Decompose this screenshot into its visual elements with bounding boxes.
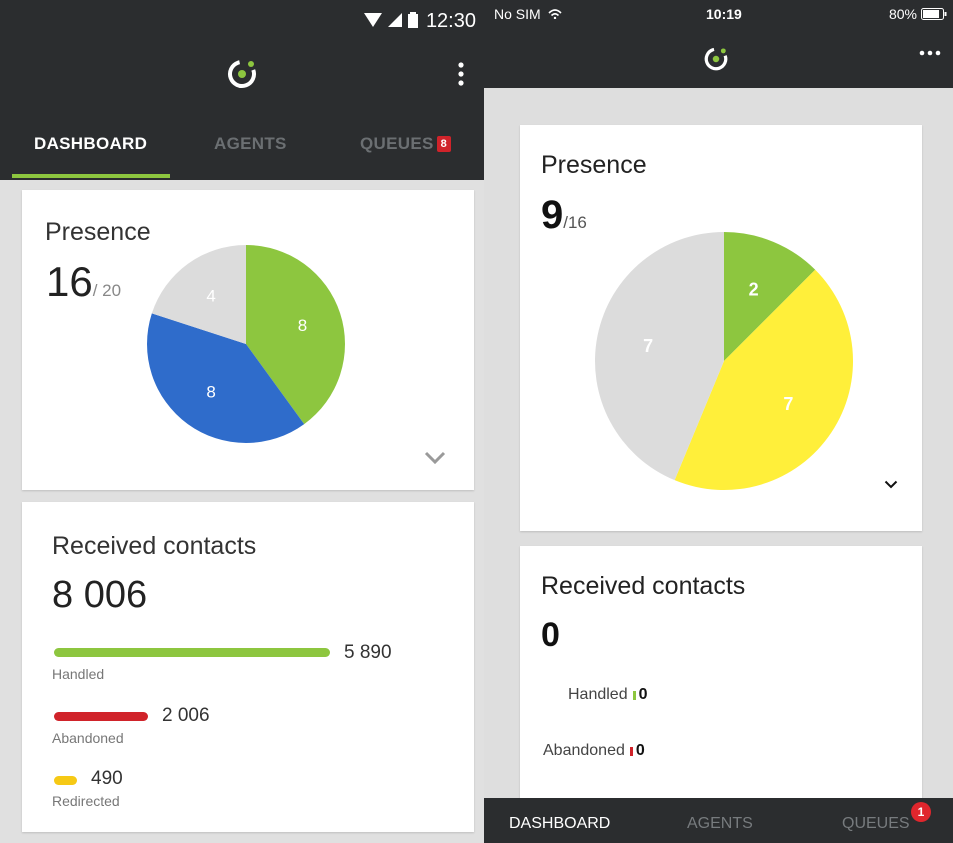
battery-icon bbox=[408, 12, 418, 28]
abandoned-value: 0 bbox=[635, 742, 645, 759]
abandoned-label: Abandoned bbox=[52, 730, 124, 746]
presence-count-value: 16 bbox=[46, 258, 93, 305]
tab-dashboard[interactable]: DASHBOARD bbox=[509, 815, 610, 833]
pie-slice-label: 2 bbox=[749, 279, 759, 299]
tab-agents[interactable]: AGENTS bbox=[214, 134, 287, 154]
app-bar bbox=[0, 40, 484, 108]
pie-slice-label: 4 bbox=[206, 286, 215, 305]
presence-count: 9/16 bbox=[541, 193, 587, 238]
received-contacts-total: 8 006 bbox=[52, 574, 148, 616]
received-contacts-title: Received contacts bbox=[541, 572, 746, 600]
presence-pie-chart: 2 7 7 bbox=[594, 232, 854, 491]
tab-label: AGENTS bbox=[214, 134, 287, 153]
status-icons bbox=[364, 12, 418, 28]
chevron-down-icon[interactable] bbox=[424, 451, 446, 464]
bottom-tab-bar: DASHBOARD AGENTS QUEUES 1 bbox=[484, 798, 953, 843]
tab-queues[interactable]: QUEUES 8 bbox=[360, 134, 452, 154]
presence-title: Presence bbox=[541, 151, 647, 179]
presence-pie-chart: 8 8 4 bbox=[147, 245, 345, 443]
carrier-label: No SIM bbox=[494, 6, 541, 22]
pie-slice-label: 7 bbox=[783, 394, 793, 414]
tab-dashboard[interactable]: DASHBOARD bbox=[34, 134, 147, 154]
app-logo-icon bbox=[228, 60, 256, 88]
presence-count: 16/ 20 bbox=[46, 258, 121, 306]
abandoned-value: 2 006 bbox=[162, 705, 210, 726]
battery: 80% bbox=[889, 6, 947, 22]
status-time: 10:19 bbox=[706, 6, 742, 22]
redirected-value: 490 bbox=[91, 768, 123, 789]
received-contacts-title: Received contacts bbox=[52, 532, 257, 560]
wifi-icon bbox=[364, 13, 382, 27]
received-contacts-card: Received contacts 8 006 5 890 Handled 2 … bbox=[22, 502, 474, 832]
abandoned-label: Abandoned bbox=[543, 742, 625, 759]
ios-status-bar: No SIM 10:19 80% bbox=[484, 0, 953, 88]
redirected-bar bbox=[54, 776, 77, 785]
signal-icon bbox=[388, 13, 402, 27]
pie-slice-label: 7 bbox=[643, 336, 653, 356]
presence-card[interactable]: Presence 16/ 20 8 8 4 bbox=[22, 190, 474, 490]
presence-total: / 20 bbox=[92, 281, 122, 300]
presence-count-value: 9 bbox=[541, 193, 564, 237]
tab-label: DASHBOARD bbox=[509, 815, 611, 832]
abandoned-bar bbox=[629, 746, 633, 756]
redirected-label: Redirected bbox=[52, 793, 120, 809]
tab-bar: DASHBOARD AGENTS QUEUES 8 bbox=[0, 108, 484, 180]
android-screen: 12:30 DASHBOARD AGENTS QUEUES 8 Presence … bbox=[0, 0, 484, 843]
tab-agents[interactable]: AGENTS bbox=[687, 815, 753, 833]
handled-value: 0 bbox=[638, 686, 648, 703]
presence-total: /16 bbox=[563, 213, 587, 232]
handled-label: Handled bbox=[568, 686, 628, 703]
presence-card[interactable]: Presence 9/16 2 7 7 bbox=[520, 125, 922, 531]
handled-bar bbox=[632, 690, 636, 700]
handled-label: Handled bbox=[52, 666, 105, 682]
handled-row: Handled 0 bbox=[568, 686, 648, 704]
queues-badge: 8 bbox=[436, 136, 452, 152]
pie-slice-label: 8 bbox=[298, 316, 307, 335]
tab-label: AGENTS bbox=[687, 815, 753, 832]
presence-title: Presence bbox=[45, 218, 151, 246]
status-time: 12:30 bbox=[425, 10, 476, 32]
more-horiz-icon[interactable] bbox=[919, 50, 941, 56]
carrier: No SIM bbox=[494, 6, 562, 22]
active-tab-indicator bbox=[12, 174, 170, 178]
tab-label: DASHBOARD bbox=[34, 134, 148, 153]
app-logo-icon bbox=[704, 47, 728, 71]
ios-screen: No SIM 10:19 80% Presence 9/16 2 7 7 Recei… bbox=[484, 0, 953, 843]
tab-label: QUEUES bbox=[360, 134, 434, 153]
received-contacts-card: Received contacts 0 Handled 0 Abandoned … bbox=[520, 546, 922, 806]
handled-bar bbox=[54, 648, 330, 657]
android-status-bar: 12:30 bbox=[0, 0, 484, 40]
chevron-down-icon[interactable] bbox=[884, 480, 898, 489]
tab-queues[interactable]: QUEUES bbox=[842, 815, 910, 833]
received-contacts-total: 0 bbox=[541, 616, 560, 654]
battery-icon bbox=[921, 8, 947, 20]
handled-value: 5 890 bbox=[344, 642, 392, 663]
more-vert-icon[interactable] bbox=[458, 62, 464, 86]
wifi-icon bbox=[548, 9, 562, 20]
abandoned-bar bbox=[54, 712, 148, 721]
queues-badge: 1 bbox=[911, 802, 931, 822]
abandoned-row: Abandoned 0 bbox=[543, 742, 645, 760]
pie-slice-label: 8 bbox=[206, 383, 215, 402]
battery-percent: 80% bbox=[888, 6, 917, 22]
tab-label: QUEUES bbox=[842, 815, 910, 832]
